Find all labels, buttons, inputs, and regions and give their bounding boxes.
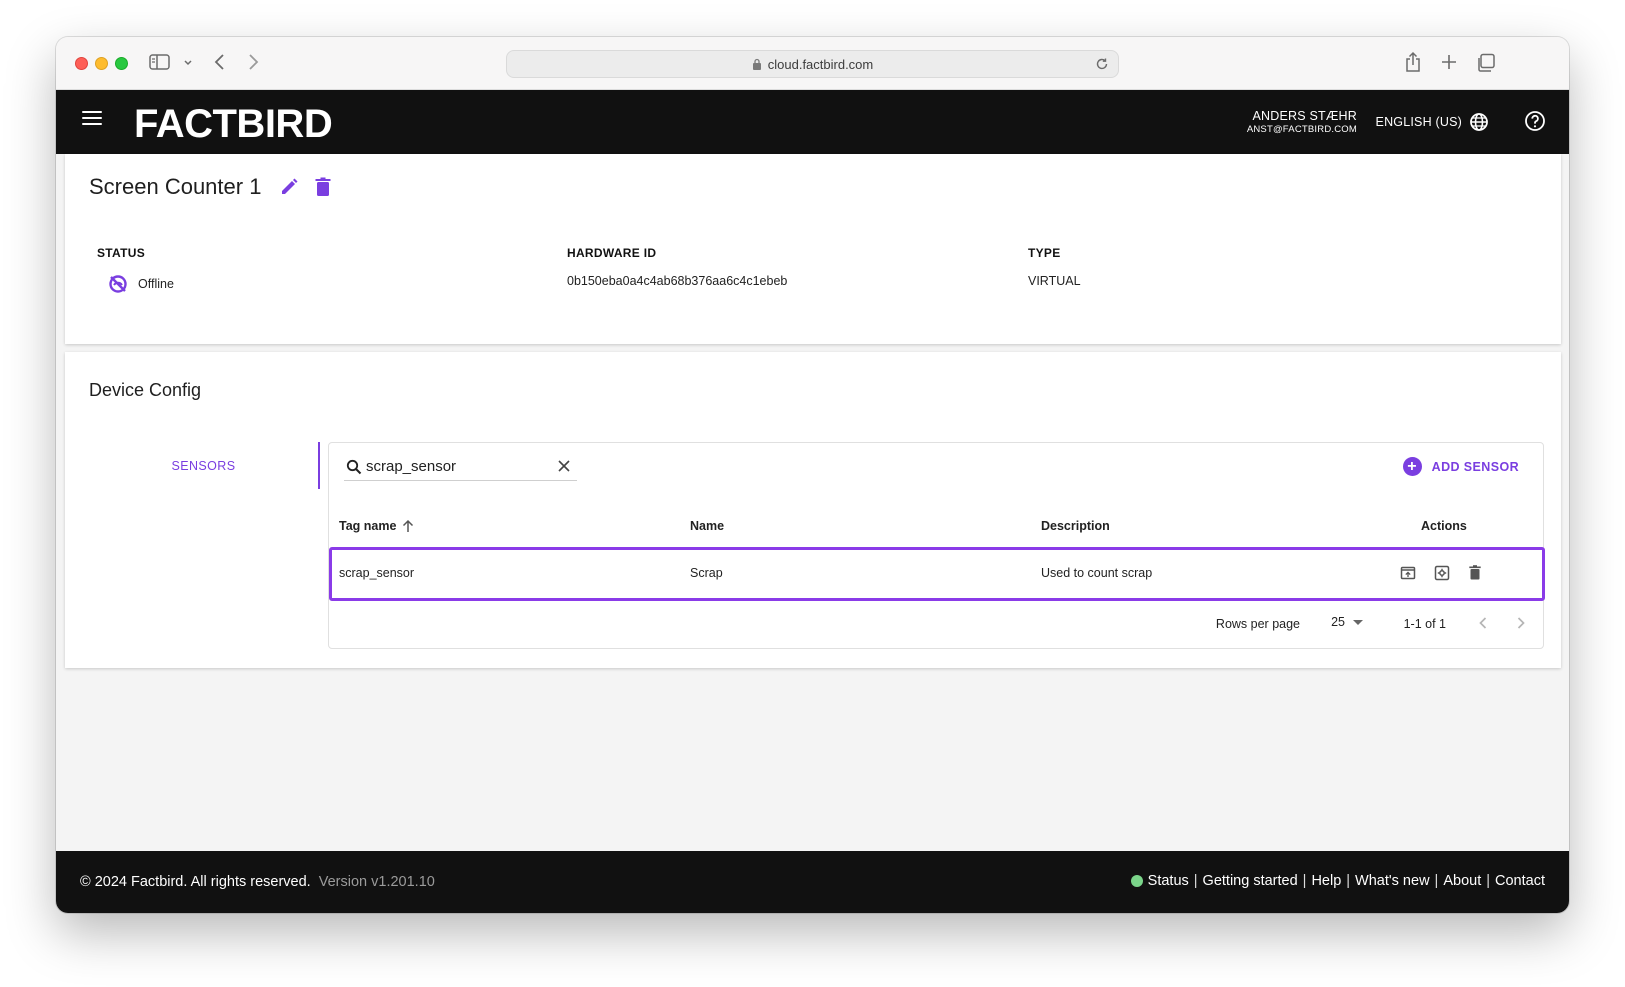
status-text: Offline [138,277,174,291]
footer-links: Status | Getting started | Help | What's… [1130,873,1545,889]
pagination-range: 1-1 of 1 [1403,617,1446,631]
new-tab-icon[interactable] [1440,53,1458,71]
add-circle-icon: + [1402,457,1422,476]
rows-per-page-label: Rows per page [1215,617,1300,631]
language-label: ENGLISH (US) [1375,115,1462,129]
column-header-name[interactable]: Name [690,519,724,533]
rows-per-page-value: 25 [1331,615,1345,629]
address-bar[interactable]: cloud.factbird.com [506,50,1119,78]
open-in-window-icon[interactable] [1400,565,1416,581]
column-header-actions: Actions [1421,519,1467,533]
hardware-id-value: 0b150eba0a4c4ab68b376aa6c4c1ebeb [567,274,788,288]
footer-link-status[interactable]: Status [1148,873,1189,889]
sensors-panel: + ADD SENSOR Tag name Name Description A… [328,442,1545,649]
share-icon[interactable] [1405,51,1421,73]
table-row[interactable]: scrap_sensor Scrap Used to count scrap [329,547,1545,601]
footer-link-help[interactable]: Help [1311,873,1341,889]
type-value: VIRTUAL [1028,274,1081,288]
user-email: ANST@FACTBIRD.COM [1246,123,1357,135]
section-title: Device Config [89,380,202,400]
zoom-window-button[interactable] [115,57,128,70]
user-name: ANDERS STÆHR [1252,109,1357,123]
status-value: Offline [108,274,174,294]
app-header: FACTBIRD ANDERS STÆHR ANST@FACTBIRD.COM … [56,90,1569,154]
main-content: Screen Counter 1 STATUS Offline HARDWARE… [56,154,1569,851]
cell-name: Scrap [690,566,723,580]
browser-window: cloud.factbird.com FACTBIRD ANDERS STÆHR… [56,37,1569,913]
forward-arrow-icon[interactable] [246,53,260,71]
dropdown-caret-icon [1353,619,1363,625]
next-page-icon[interactable] [1515,615,1527,631]
search-input[interactable] [366,458,546,475]
page-title: Screen Counter 1 [89,174,262,199]
cell-tag-name: scrap_sensor [339,566,415,580]
hamburger-menu-icon[interactable] [82,111,102,131]
device-header: Screen Counter 1 [89,174,331,200]
separator: | [1346,873,1351,889]
add-sensor-label: ADD SENSOR [1431,459,1519,474]
footer-link-contact[interactable]: Contact [1495,873,1545,889]
footer-link-whats-new[interactable]: What's new [1355,873,1430,889]
status-label: STATUS [97,246,146,260]
chevron-down-icon[interactable] [183,59,193,67]
footer-link-getting-started[interactable]: Getting started [1203,873,1298,889]
cell-description: Used to count scrap [1041,566,1153,580]
device-config-card: Device Config SENSORS + ADD SENSOR [65,352,1561,668]
url-text: cloud.factbird.com [767,56,874,72]
factbird-logo[interactable]: FACTBIRD [134,102,333,147]
search-box [344,453,577,481]
reload-icon[interactable] [1095,57,1109,74]
footer-link-about[interactable]: About [1443,873,1481,889]
settings-icon[interactable] [1434,565,1450,581]
tab-overview-icon[interactable] [1476,53,1496,73]
version-text: Version v1.201.10 [318,874,435,890]
status-dot-icon [1130,875,1143,887]
rows-per-page-select[interactable]: 25 [1331,615,1363,629]
table-header: Tag name Name Description Actions [329,503,1543,547]
separator: | [1486,873,1491,889]
separator: | [1434,873,1439,889]
clear-search-icon[interactable] [557,459,571,473]
hardware-id-label: HARDWARE ID [567,246,657,260]
edit-pencil-icon[interactable] [279,177,299,197]
device-info-card: Screen Counter 1 STATUS Offline HARDWARE… [65,154,1561,344]
delete-icon[interactable] [1469,565,1481,580]
trash-icon[interactable] [315,177,331,197]
column-header-description[interactable]: Description [1041,519,1110,533]
search-icon [346,459,362,475]
help-icon[interactable] [1524,110,1546,132]
column-label: Tag name [339,519,397,533]
user-menu[interactable]: ANDERS STÆHR ANST@FACTBIRD.COM [1247,110,1357,134]
site-footer: © 2024 Factbird. All rights reserved. Ve… [56,851,1569,913]
close-window-button[interactable] [75,57,88,70]
copyright: © 2024 Factbird. All rights reserved. Ve… [80,874,435,890]
sidebar-toggle-icon[interactable] [149,53,171,71]
back-arrow-icon[interactable] [213,53,227,71]
previous-page-icon[interactable] [1477,615,1489,631]
tab-sensors[interactable]: SENSORS [89,442,320,489]
copyright-text: © 2024 Factbird. All rights reserved. [80,874,311,890]
add-sensor-button[interactable]: + ADD SENSOR [1402,457,1519,476]
table-pagination: Rows per page 25 1-1 of 1 [329,601,1543,649]
lock-icon [752,58,762,70]
column-header-tag-name[interactable]: Tag name [339,519,414,533]
language-selector[interactable]: ENGLISH (US) [1376,112,1489,132]
globe-icon [1469,112,1489,132]
separator: | [1193,873,1198,889]
offline-icon [108,274,128,294]
sort-arrow-up-icon[interactable] [402,519,414,533]
minimize-window-button[interactable] [95,57,108,70]
type-label: TYPE [1028,246,1061,260]
separator: | [1302,873,1307,889]
browser-toolbar: cloud.factbird.com [56,37,1569,90]
